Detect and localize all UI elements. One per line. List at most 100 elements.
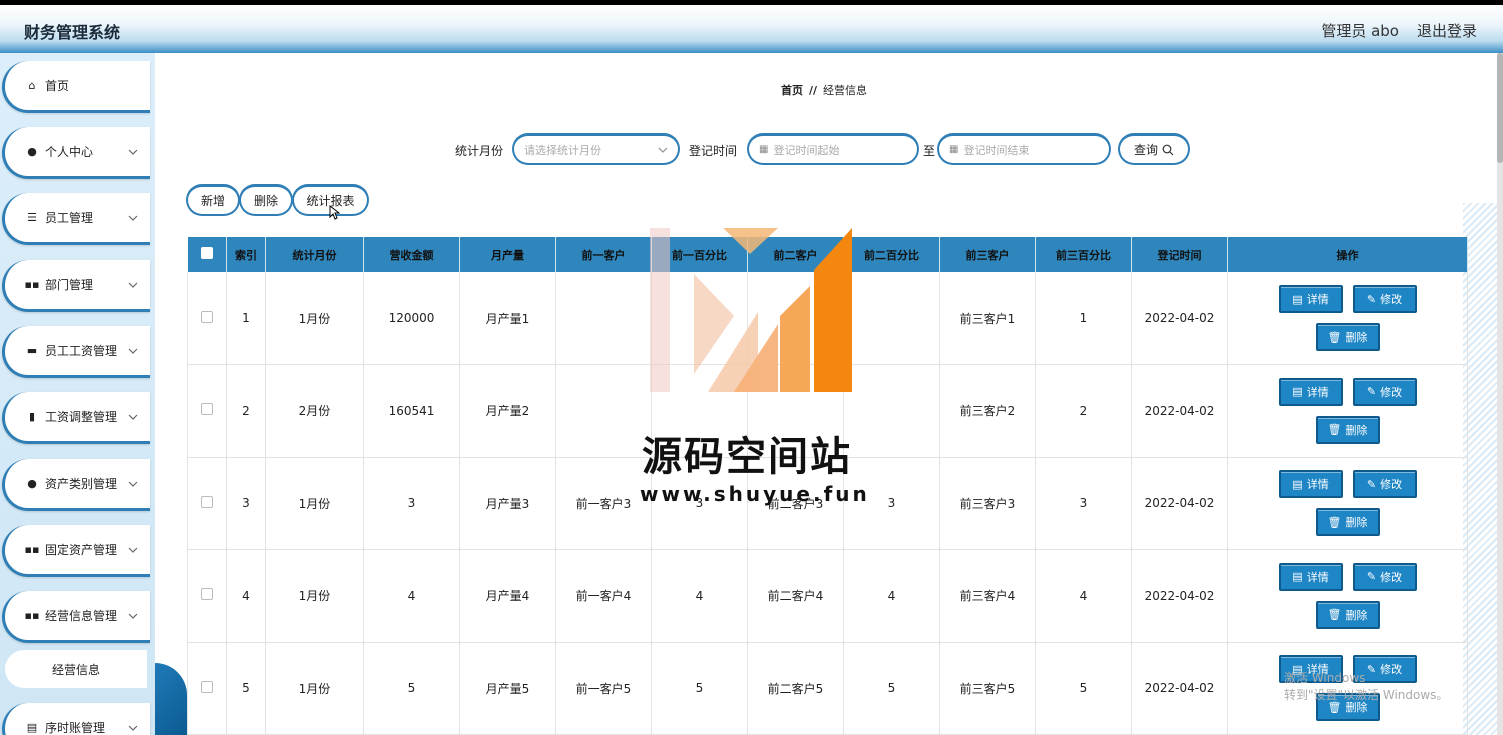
detail-button[interactable]: ▤ 详情	[1278, 285, 1343, 313]
edit-label: 修改	[1380, 385, 1403, 399]
row-delete-button[interactable]: 🗑 删除	[1315, 600, 1380, 629]
cell-index: 1	[226, 272, 266, 365]
table-row[interactable]: 2 2月份 160541 月产量2 前三客户2 2 2022-04-02 ▤ 详情 ✎ 修改 🗑 删除	[187, 364, 1468, 458]
month-label: 统计月份	[455, 144, 504, 158]
row-delete-label: 删除	[1345, 701, 1368, 715]
time-start-input[interactable]: ▦ 登记时间起始	[747, 133, 919, 165]
month-select-placeholder: 请选择统计月份	[524, 143, 601, 157]
main-content: 首页 // 经营信息 统计月份 请选择统计月份 登记时间 ▦ 登记时间起始 至 ▦ …	[155, 53, 1503, 735]
edit-button[interactable]: ✎ 修改	[1352, 377, 1417, 406]
table-row[interactable]: 5 1月份 5 月产量5 前一客户5 5 前二客户5 5 前三客户5 5 2022-04-02 ▤ 详情…	[187, 642, 1468, 735]
row-checkbox[interactable]	[201, 310, 213, 323]
cell-p3: 3	[1035, 457, 1132, 550]
sidebar-item-label: 经营信息管理	[45, 609, 118, 623]
row-delete-button[interactable]: 🗑 删除	[1315, 508, 1380, 537]
user-icon: ●	[27, 145, 37, 158]
table-row[interactable]: 3 1月份 3 月产量3 前一客户3 3 前二客户3 3 前三客户3 3 2022-04-02 ▤ 详情…	[187, 457, 1468, 550]
query-button[interactable]: 查询	[1118, 133, 1190, 165]
edit-button[interactable]: ✎ 修改	[1352, 562, 1417, 591]
month-select[interactable]: 请选择统计月份	[512, 133, 680, 165]
grid-icon: ▪▪	[24, 609, 40, 622]
breadcrumb-home[interactable]: 首页	[781, 84, 803, 97]
sidebar-item-3[interactable]: ▪▪ 部门管理	[2, 260, 150, 312]
cell-output: 月产量2	[459, 364, 556, 458]
cell-month: 1月份	[265, 272, 364, 365]
time-label: 登记时间	[689, 144, 738, 158]
cell-c2	[747, 272, 844, 365]
chevron-down-icon	[128, 414, 138, 420]
detail-button[interactable]: ▤ 详情	[1278, 377, 1343, 406]
add-label: 新增	[200, 194, 225, 208]
column-header: 登记时间	[1131, 237, 1228, 272]
row-select-cell	[187, 272, 227, 365]
row-select-cell	[187, 457, 227, 550]
row-select-cell	[187, 642, 227, 735]
cell-p2: 5	[843, 642, 940, 735]
cell-index: 4	[226, 549, 266, 643]
table-row[interactable]: 4 1月份 4 月产量4 前一客户4 4 前二客户4 4 前三客户4 4 2022-04-02 ▤ 详情…	[187, 549, 1468, 643]
logout-link[interactable]: 退出登录	[1417, 20, 1477, 41]
cell-p1	[651, 272, 748, 365]
cell-p1: 4	[651, 549, 748, 643]
grid-icon: ▪▪	[24, 278, 40, 291]
time-end-input[interactable]: ▦ 登记时间结束	[937, 133, 1111, 165]
row-checkbox[interactable]	[201, 588, 213, 601]
breadcrumb-separator: //	[809, 84, 818, 97]
sidebar-item-0[interactable]: ⌂ 首页	[2, 61, 150, 113]
column-header: 索引	[226, 237, 266, 272]
sidebar-subitem-business-info[interactable]: 经营信息	[5, 650, 147, 688]
cell-index: 2	[226, 364, 266, 458]
cell-c3: 前三客户3	[939, 457, 1036, 550]
sidebar-item-7[interactable]: ▪▪ 固定资产管理	[2, 525, 150, 577]
cell-output: 月产量5	[459, 642, 556, 735]
cell-p3: 2	[1035, 364, 1132, 458]
row-delete-button[interactable]: 🗑 删除	[1315, 693, 1380, 722]
edit-button[interactable]: ✎ 修改	[1352, 470, 1417, 499]
detail-button[interactable]: ▤ 详情	[1278, 655, 1343, 684]
sidebar-item-2[interactable]: ☰ 员工管理	[2, 193, 150, 245]
chevron-down-icon	[128, 481, 138, 487]
sidebar-item-label: 固定资产管理	[45, 543, 118, 557]
delete-button[interactable]: 删除	[239, 184, 293, 216]
select-all-checkbox[interactable]	[200, 247, 213, 259]
row-checkbox[interactable]	[201, 495, 213, 508]
cell-date: 2022-04-02	[1131, 642, 1228, 735]
cell-p1: 5	[651, 642, 748, 735]
sidebar-item-8[interactable]: ▪▪ 经营信息管理	[2, 591, 150, 643]
cell-revenue: 3	[363, 457, 460, 550]
cell-c2: 前二客户3	[747, 457, 844, 550]
sidebar-item-5[interactable]: ▮ 工资调整管理	[2, 392, 150, 444]
sidebar-item-4[interactable]: ▬ 员工工资管理	[2, 326, 150, 378]
edit-button[interactable]: ✎ 修改	[1352, 655, 1417, 684]
column-header: 月产量	[459, 237, 556, 272]
row-checkbox[interactable]	[201, 403, 213, 416]
row-delete-button[interactable]: 🗑 删除	[1315, 323, 1380, 351]
sidebar-item-1[interactable]: ● 个人中心	[2, 127, 150, 179]
cell-p1	[651, 364, 748, 458]
sidebar-item-label: 工资调整管理	[45, 410, 118, 424]
row-checkbox[interactable]	[201, 680, 213, 693]
trash-icon: 🗑	[1327, 700, 1342, 714]
cell-p2	[843, 272, 940, 365]
detail-icon: ▤	[1292, 477, 1303, 491]
edit-icon: ✎	[1366, 662, 1377, 676]
detail-button[interactable]: ▤ 详情	[1278, 562, 1343, 591]
app-header: 财务管理系统 管理员 abo 退出登录	[0, 5, 1503, 53]
sidebar-item-9[interactable]: ▤ 序时账管理	[2, 703, 150, 735]
breadcrumb: 首页 // 经营信息	[781, 82, 867, 98]
sidebar-item-6[interactable]: ● 资产类别管理	[2, 459, 150, 511]
cell-p3: 4	[1035, 549, 1132, 643]
row-select-cell	[187, 364, 227, 458]
grid-icon: ▪▪	[24, 543, 40, 556]
table-row[interactable]: 1 1月份 120000 月产量1 前三客户1 1 2022-04-02 ▤ 详情 ✎ 修改 🗑 删除	[187, 272, 1468, 365]
row-delete-button[interactable]: 🗑 删除	[1315, 415, 1380, 444]
edit-label: 修改	[1380, 663, 1403, 677]
detail-button[interactable]: ▤ 详情	[1278, 470, 1343, 499]
edit-icon: ✎	[1366, 477, 1377, 491]
vertical-scrollbar[interactable]	[1497, 53, 1503, 735]
calendar-icon: ▦	[949, 144, 959, 155]
edit-button[interactable]: ✎ 修改	[1352, 285, 1417, 313]
add-button[interactable]: 新增	[186, 184, 240, 216]
cell-date: 2022-04-02	[1131, 457, 1228, 550]
home-icon: ⌂	[28, 79, 36, 92]
